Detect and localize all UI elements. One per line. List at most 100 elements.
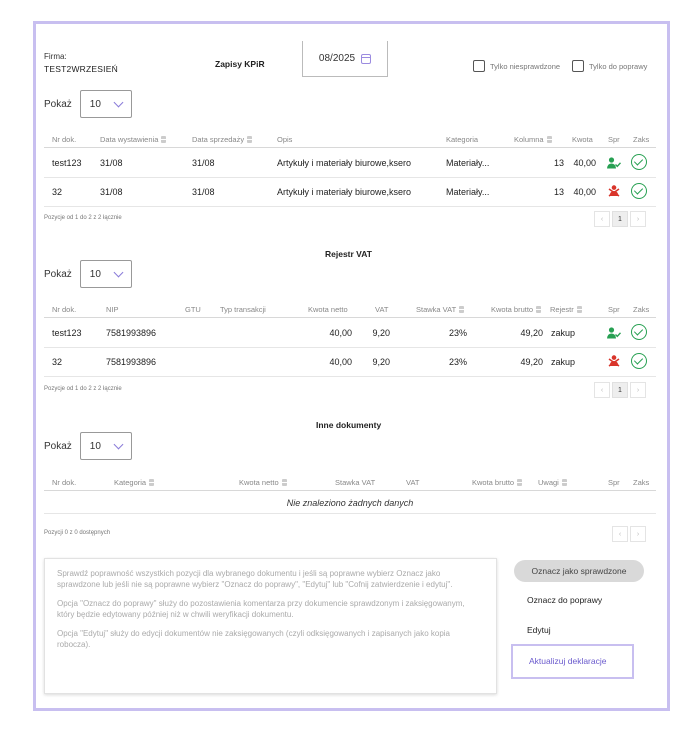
info-text-3: Opcja "Edytuj" służy do edycji dokumentó…	[57, 629, 450, 649]
mark-fix-button[interactable]: Oznacz do poprawy	[527, 595, 602, 605]
user-x-icon[interactable]	[608, 355, 620, 367]
col-zaks[interactable]: Zaks	[633, 135, 649, 144]
cell-netto: 40,00	[329, 357, 352, 367]
col-nip[interactable]: NIP	[106, 305, 119, 314]
cell-nip: 7581993896	[106, 328, 157, 338]
check-circle-icon[interactable]	[631, 154, 647, 170]
user-check-icon[interactable]	[607, 327, 621, 339]
col-nr[interactable]: Nr dok.	[52, 478, 76, 487]
col-zaks[interactable]: Zaks	[633, 478, 649, 487]
col-spr[interactable]: Spr	[608, 135, 620, 144]
col-data-sprz[interactable]: Data sprzedaży	[192, 135, 253, 144]
cell-nr: test123	[52, 328, 82, 338]
col-nr[interactable]: Nr dok.	[52, 135, 76, 144]
pager-prev[interactable]: ‹	[594, 211, 610, 227]
chevron-down-icon	[113, 439, 124, 449]
kpir-page-size: Pokaż 10	[44, 90, 132, 118]
filter-unchecked-checkbox[interactable]	[473, 60, 485, 72]
cell-nr: 32	[52, 357, 63, 367]
cell-kwota: 40,00	[573, 158, 596, 168]
edit-button[interactable]: Edytuj	[527, 625, 551, 635]
user-x-icon[interactable]	[608, 185, 620, 197]
pager-page[interactable]: 1	[612, 382, 628, 398]
col-gtu[interactable]: GTU	[185, 305, 201, 314]
pager-next[interactable]: ›	[630, 526, 646, 542]
vat-footer: Pozycje od 1 do 2 z 2 łącznie	[44, 386, 122, 392]
col-kategoria[interactable]: Kategoria	[446, 135, 478, 144]
sort-icon	[459, 306, 465, 313]
cell-data-sprz: 31/08	[192, 158, 215, 168]
cell-data-wyst: 31/08	[100, 158, 123, 168]
cell-vat: 9,20	[372, 357, 390, 367]
table-row[interactable]: 32 31/08 31/08 Artykuły i materiały biur…	[44, 178, 656, 207]
col-brutto[interactable]: Kwota brutto	[491, 305, 542, 314]
col-stawka[interactable]: Stawka VAT	[335, 478, 375, 487]
user-check-icon[interactable]	[607, 157, 621, 169]
col-spr[interactable]: Spr	[608, 478, 620, 487]
page-size-select[interactable]: 10	[79, 260, 132, 288]
vat-pager: ‹ 1 ›	[594, 382, 646, 398]
kpir-table-header: Nr dok. Data wystawienia Data sprzedaży …	[44, 132, 656, 148]
col-kategoria[interactable]: Kategoria	[114, 478, 155, 487]
cell-nr: test123	[52, 158, 82, 168]
period-value: 08/2025	[318, 53, 356, 64]
page-size-select[interactable]: 10	[79, 432, 132, 460]
cell-brutto: 49,20	[520, 328, 543, 338]
pager-prev[interactable]: ‹	[594, 382, 610, 398]
col-brutto[interactable]: Kwota brutto	[472, 478, 523, 487]
col-netto[interactable]: Kwota netto	[239, 478, 287, 487]
update-declarations-button[interactable]: Aktualizuj deklaracje	[511, 644, 634, 679]
info-text-1: Sprawdź poprawność wszystkich pozycji dl…	[57, 569, 453, 589]
check-circle-icon[interactable]	[631, 353, 647, 369]
filter-to-fix-checkbox[interactable]	[572, 60, 584, 72]
check-circle-icon[interactable]	[631, 324, 647, 340]
vat-table-header: Nr dok. NIP GTU Typ transakcji Kwota net…	[44, 302, 656, 318]
show-label: Pokaż	[44, 268, 72, 280]
info-text-2: Opcja "Oznacz do poprawy" służy do pozos…	[57, 599, 465, 619]
pager-next[interactable]: ›	[630, 211, 646, 227]
page-size-select[interactable]: 10	[79, 90, 132, 118]
inne-table-header: Nr dok. Kategoria Kwota netto Stawka VAT…	[44, 475, 656, 491]
period-picker[interactable]: 08/2025	[302, 41, 388, 77]
mark-checked-button[interactable]: Oznacz jako sprawdzone	[514, 560, 644, 582]
filter-unchecked[interactable]: Tylko niesprawdzone	[473, 60, 560, 72]
col-kwota[interactable]: Kwota	[572, 135, 593, 144]
cell-stawka: 23%	[448, 357, 467, 367]
col-spr[interactable]: Spr	[608, 305, 620, 314]
empty-message: Nie znaleziono żadnych danych	[44, 492, 656, 514]
vat-title: Rejestr VAT	[325, 249, 372, 259]
col-zaks[interactable]: Zaks	[633, 305, 649, 314]
col-nr[interactable]: Nr dok.	[52, 305, 76, 314]
info-panel: Sprawdź poprawność wszystkich pozycji dl…	[44, 558, 497, 694]
cell-brutto: 49,20	[520, 357, 543, 367]
cell-kategoria: Materiały...	[446, 187, 490, 197]
col-netto[interactable]: Kwota netto	[308, 305, 348, 314]
col-stawka[interactable]: Stawka VAT	[416, 305, 465, 314]
filter-to-fix[interactable]: Tylko do poprawy	[572, 60, 647, 72]
sort-icon	[247, 136, 253, 143]
col-kolumna[interactable]: Kolumna	[514, 135, 552, 144]
col-uwagi[interactable]: Uwagi	[538, 478, 567, 487]
col-vat[interactable]: VAT	[375, 305, 388, 314]
kpir-pager: ‹ 1 ›	[594, 211, 646, 227]
table-row[interactable]: test123 31/08 31/08 Artykuły i materiały…	[44, 149, 656, 178]
col-vat[interactable]: VAT	[406, 478, 419, 487]
col-data-wyst[interactable]: Data wystawienia	[100, 135, 167, 144]
col-typ[interactable]: Typ transakcji	[220, 305, 266, 314]
table-row[interactable]: test123 7581993896 40,00 9,20 23% 49,20 …	[44, 319, 656, 348]
check-circle-icon[interactable]	[631, 183, 647, 199]
page-size-value: 10	[89, 98, 101, 110]
table-row[interactable]: 32 7581993896 40,00 9,20 23% 49,20 zakup	[44, 348, 656, 377]
firma-value: TEST2WRZESIEŃ	[44, 64, 118, 74]
cell-kwota: 40,00	[573, 187, 596, 197]
pager-next[interactable]: ›	[630, 382, 646, 398]
col-rejestr[interactable]: Rejestr	[550, 305, 582, 314]
cell-kategoria: Materiały...	[446, 158, 490, 168]
pager-prev[interactable]: ‹	[612, 526, 628, 542]
chevron-down-icon	[113, 267, 124, 277]
col-opis[interactable]: Opis	[277, 135, 292, 144]
pager-page[interactable]: 1	[612, 211, 628, 227]
calendar-icon[interactable]	[361, 53, 372, 64]
page-size-value: 10	[89, 440, 101, 452]
chevron-down-icon	[113, 97, 124, 107]
